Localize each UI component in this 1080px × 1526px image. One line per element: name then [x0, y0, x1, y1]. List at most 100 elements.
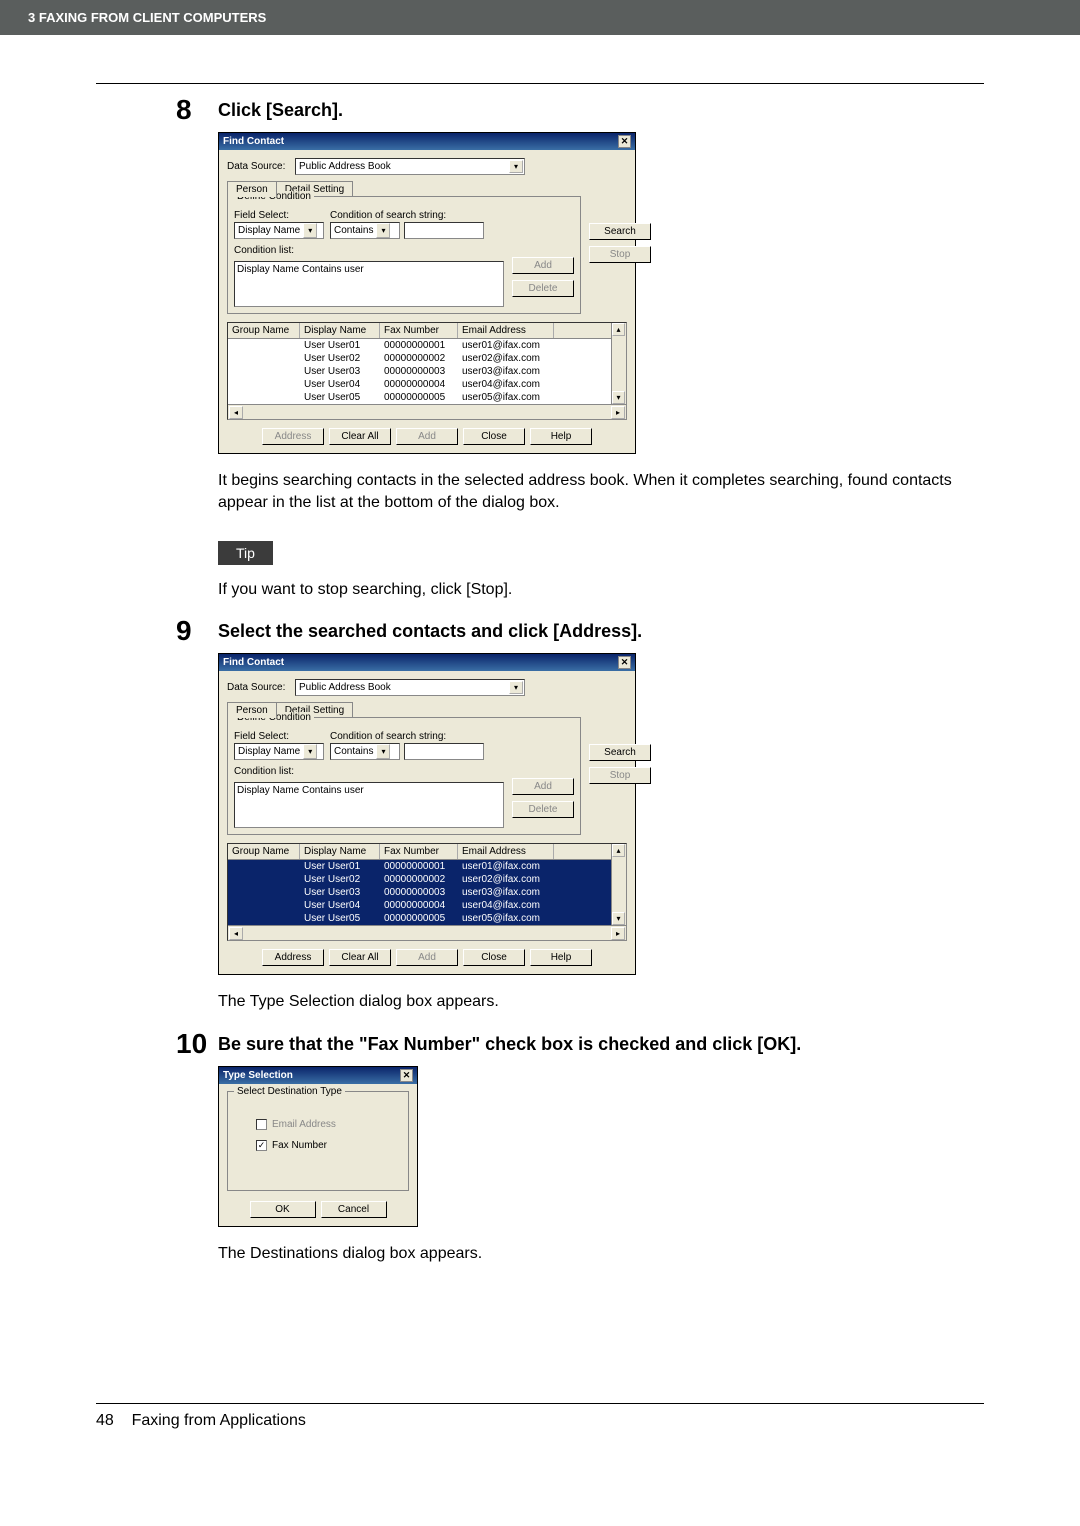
- field-select-label: Field Select:: [234, 731, 324, 742]
- cond-value: Contains: [331, 746, 376, 757]
- col-display[interactable]: Display Name: [300, 323, 380, 338]
- condition-list[interactable]: Display Name Contains user: [234, 261, 504, 307]
- col-display[interactable]: Display Name: [300, 844, 380, 859]
- chapter-header: 3 FAXING FROM CLIENT COMPUTERS: [0, 0, 1080, 35]
- find-contact-dialog-2: Find Contact ✕ Data Source: Public Addre…: [218, 653, 636, 975]
- scroll-left-icon[interactable]: ◂: [229, 927, 243, 940]
- search-string-input[interactable]: [404, 743, 484, 760]
- cond-list-label: Condition list:: [234, 245, 574, 256]
- search-button[interactable]: Search: [589, 223, 651, 240]
- dialog-titlebar: Type Selection ✕: [219, 1067, 417, 1084]
- step-9: 9 Select the searched contacts and click…: [176, 619, 984, 647]
- fax-number-checkbox[interactable]: ✓ Fax Number: [256, 1140, 402, 1151]
- data-source-select[interactable]: Public Address Book ▾: [295, 158, 525, 175]
- data-source-value: Public Address Book: [299, 161, 391, 172]
- cond-string-label: Condition of search string:: [330, 210, 484, 221]
- field-select-label: Field Select:: [234, 210, 324, 221]
- tip-text: If you want to stop searching, click [St…: [218, 579, 984, 601]
- add-button[interactable]: Add: [396, 949, 458, 966]
- search-string-input[interactable]: [404, 222, 484, 239]
- step-number: 8: [176, 94, 218, 126]
- table-row[interactable]: User User0400000000004user04@ifax.com: [228, 899, 626, 912]
- help-button[interactable]: Help: [530, 428, 592, 445]
- field-select[interactable]: Display Name▾: [234, 743, 324, 760]
- close-button[interactable]: Close: [463, 949, 525, 966]
- clear-all-button[interactable]: Clear All: [329, 949, 391, 966]
- table-row[interactable]: User User0300000000003user03@ifax.com: [228, 886, 626, 899]
- field-select[interactable]: Display Name▾: [234, 222, 324, 239]
- col-group[interactable]: Group Name: [228, 323, 300, 338]
- data-source-value: Public Address Book: [299, 682, 391, 693]
- table-row[interactable]: User User0400000000004user04@ifax.com: [228, 378, 626, 391]
- close-icon[interactable]: ✕: [618, 656, 631, 669]
- close-button[interactable]: Close: [463, 428, 525, 445]
- cond-list-label: Condition list:: [234, 766, 574, 777]
- step-8: 8 Click [Search].: [176, 98, 984, 126]
- address-button[interactable]: Address: [262, 949, 324, 966]
- help-button[interactable]: Help: [530, 949, 592, 966]
- step-8-description: It begins searching contacts in the sele…: [218, 470, 984, 515]
- step-number: 10: [176, 1028, 218, 1060]
- chevron-down-icon: ▾: [303, 744, 317, 759]
- tip-badge: Tip: [218, 541, 273, 565]
- add-condition-button[interactable]: Add: [512, 778, 574, 795]
- cancel-button[interactable]: Cancel: [321, 1201, 387, 1218]
- delete-condition-button[interactable]: Delete: [512, 280, 574, 297]
- col-email[interactable]: Email Address: [458, 844, 554, 859]
- chevron-down-icon: ▾: [509, 681, 523, 694]
- scroll-up-icon[interactable]: ▴: [612, 323, 625, 336]
- tab-person[interactable]: Person: [227, 181, 277, 197]
- condition-select[interactable]: Contains▾: [330, 222, 400, 239]
- stop-button[interactable]: Stop: [589, 767, 651, 784]
- vertical-scrollbar[interactable]: ▴▾: [611, 323, 626, 404]
- scroll-right-icon[interactable]: ▸: [611, 927, 625, 940]
- close-icon[interactable]: ✕: [400, 1069, 413, 1082]
- search-button[interactable]: Search: [589, 744, 651, 761]
- condition-list[interactable]: Display Name Contains user: [234, 782, 504, 828]
- table-row[interactable]: User User0100000000001user01@ifax.com: [228, 860, 626, 873]
- email-address-checkbox[interactable]: Email Address: [256, 1119, 402, 1130]
- results-table: Group Name Display Name Fax Number Email…: [227, 322, 627, 420]
- table-row[interactable]: User User0200000000002user02@ifax.com: [228, 873, 626, 886]
- stop-button[interactable]: Stop: [589, 246, 651, 263]
- chevron-down-icon: ▾: [376, 223, 390, 238]
- dialog-titlebar: Find Contact ✕: [219, 654, 635, 671]
- clear-all-button[interactable]: Clear All: [329, 428, 391, 445]
- dialog-title: Type Selection: [223, 1070, 293, 1081]
- table-row[interactable]: User User0500000000005user05@ifax.com: [228, 912, 626, 925]
- col-group[interactable]: Group Name: [228, 844, 300, 859]
- table-row[interactable]: User User0500000000005user05@ifax.com: [228, 391, 626, 404]
- scroll-left-icon[interactable]: ◂: [229, 406, 243, 419]
- close-icon[interactable]: ✕: [618, 135, 631, 148]
- horizontal-scrollbar[interactable]: ◂▸: [228, 925, 626, 940]
- table-row[interactable]: User User0200000000002user02@ifax.com: [228, 352, 626, 365]
- table-row[interactable]: User User0100000000001user01@ifax.com: [228, 339, 626, 352]
- add-button[interactable]: Add: [396, 428, 458, 445]
- delete-condition-button[interactable]: Delete: [512, 801, 574, 818]
- col-email[interactable]: Email Address: [458, 323, 554, 338]
- tab-person[interactable]: Person: [227, 702, 277, 718]
- data-source-select[interactable]: Public Address Book ▾: [295, 679, 525, 696]
- horizontal-scrollbar[interactable]: ◂▸: [228, 404, 626, 419]
- ok-button[interactable]: OK: [250, 1201, 316, 1218]
- col-fax[interactable]: Fax Number: [380, 323, 458, 338]
- step-9-description: The Type Selection dialog box appears.: [218, 991, 984, 1013]
- step-title: Be sure that the "Fax Number" check box …: [218, 1032, 801, 1055]
- condition-select[interactable]: Contains▾: [330, 743, 400, 760]
- vertical-scrollbar[interactable]: ▴▾: [611, 844, 626, 925]
- chevron-down-icon: ▾: [303, 223, 317, 238]
- checkbox-checked-icon: ✓: [256, 1140, 267, 1151]
- table-row[interactable]: User User0300000000003user03@ifax.com: [228, 365, 626, 378]
- field-select-value: Display Name: [235, 225, 303, 236]
- address-button[interactable]: Address: [262, 428, 324, 445]
- add-condition-button[interactable]: Add: [512, 257, 574, 274]
- scroll-down-icon[interactable]: ▾: [612, 912, 625, 925]
- scroll-up-icon[interactable]: ▴: [612, 844, 625, 857]
- col-fax[interactable]: Fax Number: [380, 844, 458, 859]
- scroll-right-icon[interactable]: ▸: [611, 406, 625, 419]
- condition-list-item: Display Name Contains user: [237, 785, 364, 796]
- scroll-down-icon[interactable]: ▾: [612, 391, 625, 404]
- step-title: Click [Search].: [218, 98, 343, 121]
- dialog-title: Find Contact: [223, 136, 284, 147]
- chevron-down-icon: ▾: [509, 160, 523, 173]
